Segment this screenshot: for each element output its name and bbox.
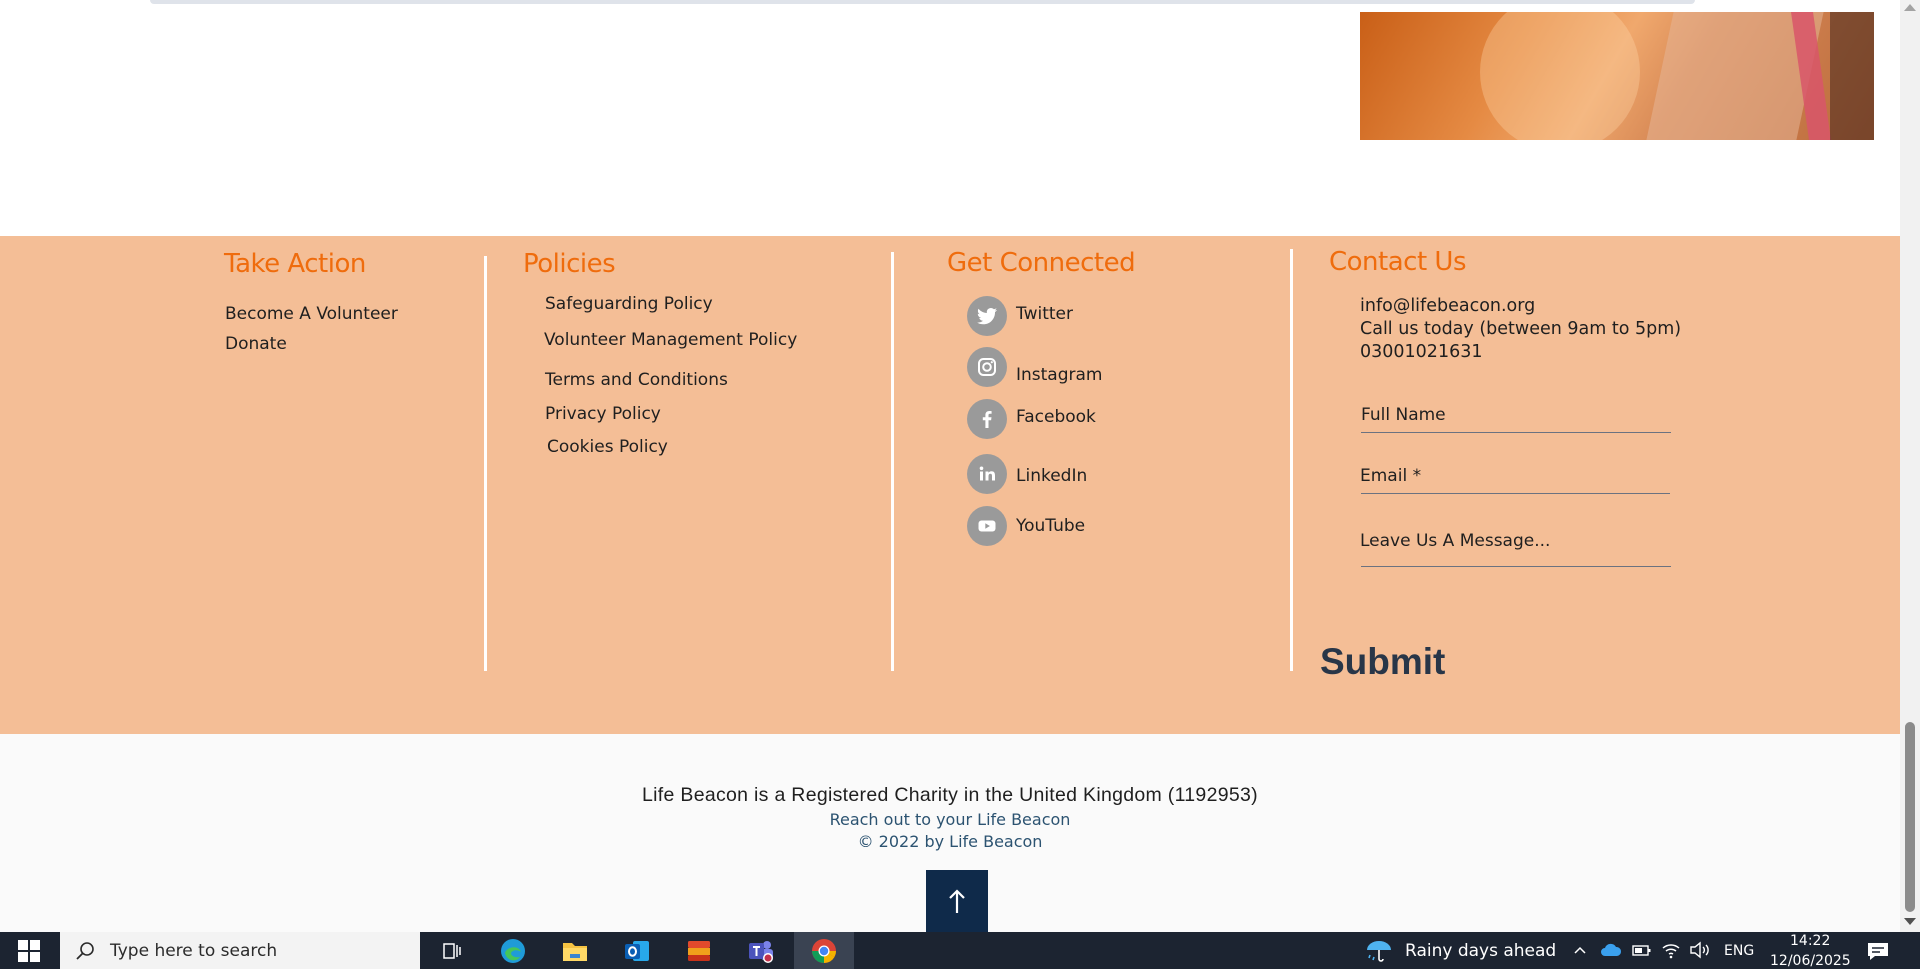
site-footer: Take Action Become A Volunteer Donate Po…: [0, 236, 1900, 734]
linkedin-link[interactable]: LinkedIn: [1016, 466, 1087, 486]
full-name-label: Full Name: [1361, 405, 1446, 425]
volunteer-management-policy-link[interactable]: Volunteer Management Policy: [544, 330, 797, 350]
copyright-section: Life Beacon is a Registered Charity in t…: [0, 734, 1900, 932]
instagram-link[interactable]: Instagram: [1016, 365, 1103, 385]
column-divider: [891, 252, 894, 671]
facebook-link[interactable]: Facebook: [1016, 407, 1096, 427]
reach-out-text: Reach out to your Life Beacon: [829, 810, 1071, 829]
windows-logo-icon: [18, 939, 40, 962]
arrow-up-icon: [949, 889, 965, 913]
message-input[interactable]: [1361, 564, 1671, 567]
submit-button[interactable]: Submit: [1320, 641, 1445, 683]
youtube-link[interactable]: YouTube: [1016, 516, 1085, 536]
privacy-policy-link[interactable]: Privacy Policy: [545, 404, 661, 424]
donate-link[interactable]: Donate: [225, 334, 287, 354]
take-action-heading: Take Action: [224, 249, 366, 279]
cookies-policy-link[interactable]: Cookies Policy: [547, 437, 668, 457]
clock-date[interactable]: 12/06/2025: [1770, 953, 1851, 969]
scroll-down-arrow-icon[interactable]: [1904, 918, 1916, 925]
edge-icon[interactable]: [496, 936, 530, 965]
outlook-icon[interactable]: [620, 936, 654, 965]
column-divider: [484, 256, 487, 671]
show-hidden-icons-chevron-icon[interactable]: [1573, 944, 1587, 956]
email-label: Email *: [1360, 466, 1422, 486]
scroll-up-arrow-icon[interactable]: [1904, 4, 1916, 11]
scrollbar-thumb[interactable]: [1905, 722, 1915, 912]
teams-icon[interactable]: [744, 936, 778, 965]
message-label: Leave Us A Message...: [1360, 531, 1551, 551]
contact-phone: 03001021631: [1360, 342, 1483, 362]
policies-heading: Policies: [523, 249, 616, 279]
column-divider: [1290, 249, 1293, 671]
copyright-text: © 2022 by Life Beacon: [857, 832, 1043, 851]
task-view-icon[interactable]: [435, 936, 469, 965]
become-volunteer-link[interactable]: Become A Volunteer: [225, 304, 398, 324]
taskbar-search-box[interactable]: Type here to search: [60, 932, 420, 969]
webpage: Take Action Become A Volunteer Donate Po…: [0, 0, 1900, 932]
search-icon: [76, 942, 94, 960]
weather-umbrella-icon[interactable]: [1364, 938, 1394, 964]
battery-icon[interactable]: [1632, 942, 1652, 958]
files-app-icon[interactable]: [682, 936, 716, 965]
youtube-icon[interactable]: [967, 506, 1007, 546]
get-connected-heading: Get Connected: [947, 248, 1136, 278]
charity-registration-text: Life Beacon is a Registered Charity in t…: [642, 784, 1258, 806]
page-scrollbar[interactable]: [1900, 0, 1920, 932]
weather-text[interactable]: Rainy days ahead: [1405, 941, 1556, 961]
start-button[interactable]: [0, 932, 58, 969]
full-name-input[interactable]: [1361, 430, 1671, 433]
volume-icon[interactable]: [1689, 940, 1711, 960]
search-placeholder: Type here to search: [110, 941, 278, 961]
notifications-icon[interactable]: [1866, 940, 1890, 962]
contact-email-link[interactable]: info@lifebeacon.org: [1360, 296, 1535, 316]
linkedin-icon[interactable]: [967, 454, 1007, 494]
chrome-icon[interactable]: [807, 936, 841, 965]
wifi-icon[interactable]: [1661, 940, 1681, 960]
contact-hours-text: Call us today (between 9am to 5pm): [1360, 319, 1682, 339]
language-indicator[interactable]: ENG: [1724, 943, 1754, 959]
hero-photo: [1360, 12, 1874, 140]
back-to-top-button[interactable]: [926, 870, 988, 932]
safeguarding-policy-link[interactable]: Safeguarding Policy: [545, 294, 713, 314]
terms-conditions-link[interactable]: Terms and Conditions: [545, 370, 728, 390]
contact-us-heading: Contact Us: [1329, 247, 1467, 277]
instagram-icon[interactable]: [967, 347, 1007, 387]
windows-taskbar: Type here to search Rainy days ahead ENG…: [0, 932, 1920, 969]
clock-time[interactable]: 14:22: [1790, 933, 1830, 949]
twitter-icon[interactable]: [967, 296, 1007, 336]
file-explorer-icon[interactable]: [558, 936, 592, 965]
facebook-icon[interactable]: [967, 399, 1007, 439]
onedrive-cloud-icon[interactable]: [1600, 942, 1622, 958]
header-strip: [150, 0, 1695, 4]
twitter-link[interactable]: Twitter: [1016, 304, 1073, 324]
email-input[interactable]: [1361, 491, 1670, 494]
